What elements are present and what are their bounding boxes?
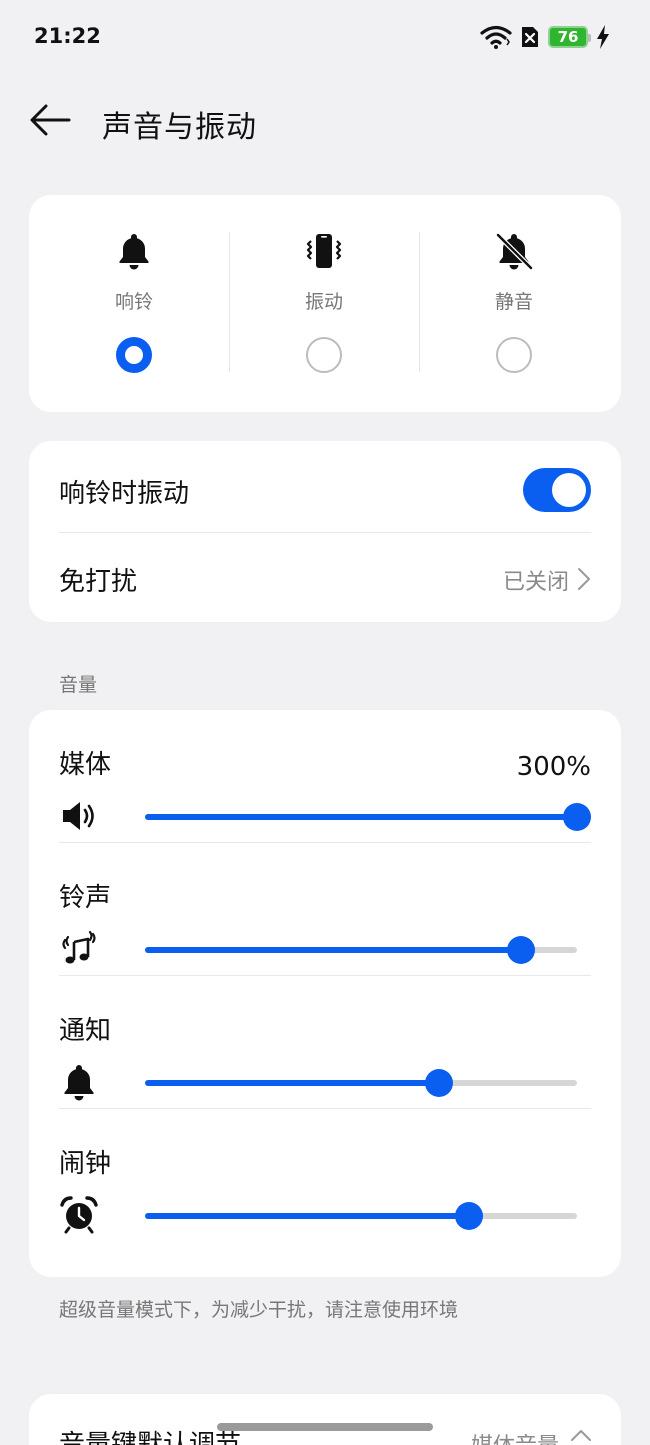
slider-fill <box>145 947 521 953</box>
mode-ring-label: 响铃 <box>114 291 153 313</box>
alarm-clock-icon <box>60 1196 98 1234</box>
notification-volume-slider[interactable] <box>145 1069 577 1097</box>
chevron-up-down-icon <box>571 1430 591 1441</box>
page-title: 声音与振动 <box>102 110 257 145</box>
media-volume-label: 媒体 <box>59 750 112 780</box>
slider-fill <box>145 814 577 820</box>
volume-key-value: 媒体音量 <box>471 1428 559 1445</box>
mode-silent-label: 静音 <box>494 291 533 313</box>
notification-volume-label: 通知 <box>59 1016 112 1046</box>
ringtone-music-icon <box>62 930 96 964</box>
media-volume-value: 300% <box>516 752 591 782</box>
do-not-disturb-label: 免打扰 <box>59 567 138 597</box>
volume-footnote: 超级音量模式下，为减少干扰，请注意使用环境 <box>59 1299 459 1321</box>
ring-settings-card: 响铃时振动 免打扰 已关闭 <box>29 441 621 622</box>
ringtone-volume-slider[interactable] <box>145 936 577 964</box>
arrow-left-icon <box>30 104 71 136</box>
media-volume: 媒体 300% <box>59 710 591 843</box>
speaker-icon <box>63 802 94 830</box>
ringtone-volume-label: 铃声 <box>59 883 112 913</box>
volume-key-label: 音量键默认调节 <box>59 1430 242 1445</box>
wifi-icon <box>480 25 512 49</box>
do-not-disturb-row[interactable]: 免打扰 已关闭 <box>59 531 591 621</box>
mode-silent[interactable]: 静音 <box>419 195 609 412</box>
volume-card: 媒体 300% 铃声 通知 闹钟 <box>29 710 621 1277</box>
slider-fill <box>145 1080 439 1086</box>
mode-silent-radio[interactable] <box>496 337 532 373</box>
back-button[interactable] <box>26 100 74 140</box>
no-sim-icon <box>522 27 538 47</box>
chevron-right-icon <box>578 568 590 590</box>
sound-mode-card: 响铃 振动 静音 <box>29 195 621 412</box>
bell-icon <box>64 1065 94 1101</box>
alarm-volume-slider[interactable] <box>145 1202 577 1230</box>
charging-bolt-icon <box>597 25 609 49</box>
bell-off-icon <box>496 233 533 270</box>
mode-vibrate-label: 振动 <box>304 291 343 313</box>
do-not-disturb-value: 已关闭 <box>502 570 569 595</box>
bell-icon <box>119 234 149 270</box>
status-icons: 76 <box>480 24 610 50</box>
volume-section-label: 音量 <box>59 674 98 696</box>
vibrate-on-ring-label: 响铃时振动 <box>59 479 190 509</box>
vibrate-on-ring-row[interactable]: 响铃时振动 <box>59 443 591 533</box>
notification-volume: 通知 <box>59 976 591 1109</box>
status-time: 21:22 <box>34 24 101 48</box>
slider-thumb[interactable] <box>506 936 535 964</box>
battery-indicator: 76 <box>548 26 591 48</box>
mode-ring[interactable]: 响铃 <box>39 195 229 412</box>
alarm-volume: 闹钟 <box>59 1109 591 1242</box>
toggle-knob <box>552 473 586 507</box>
phone-vibrate-icon <box>306 234 342 268</box>
mode-vibrate-radio[interactable] <box>306 337 342 373</box>
header: 声音与振动 <box>0 90 650 154</box>
volume-key-card[interactable]: 音量键默认调节 媒体音量 <box>29 1394 621 1445</box>
home-indicator[interactable] <box>217 1423 433 1431</box>
alarm-volume-label: 闹钟 <box>59 1149 112 1179</box>
mode-vibrate[interactable]: 振动 <box>229 195 419 412</box>
slider-thumb[interactable] <box>424 1069 453 1097</box>
media-volume-slider[interactable] <box>145 803 591 831</box>
battery-level: 76 <box>557 28 579 46</box>
slider-thumb[interactable] <box>563 803 591 831</box>
ringtone-volume: 铃声 <box>59 843 591 976</box>
vibrate-on-ring-toggle[interactable] <box>523 468 591 512</box>
status-bar: 21:22 76 <box>0 0 650 76</box>
mode-ring-radio[interactable] <box>116 337 152 373</box>
slider-thumb[interactable] <box>455 1202 483 1230</box>
slider-fill <box>145 1213 469 1219</box>
